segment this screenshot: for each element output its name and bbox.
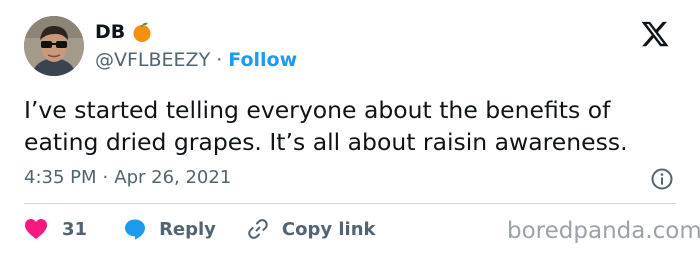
orange-emoji-icon	[131, 21, 153, 43]
action-bar: 31 Reply Copy link	[24, 214, 376, 244]
heart-icon	[24, 218, 48, 240]
like-count: 31	[62, 218, 88, 240]
author-handle[interactable]: @VFLBEEZY	[95, 48, 210, 72]
copy-link-button[interactable]: Copy link	[246, 217, 376, 241]
reply-label: Reply	[159, 218, 216, 240]
divider	[24, 203, 676, 204]
tweet-text-line: I’ve started telling everyone about the …	[24, 96, 611, 124]
info-icon[interactable]	[650, 167, 674, 191]
avatar-image	[24, 16, 84, 76]
author-name-row: DB	[95, 20, 153, 44]
tweet-text: I’ve started telling everyone about the …	[24, 94, 684, 158]
separator-dot: ·	[216, 49, 223, 71]
avatar[interactable]	[24, 16, 84, 76]
follow-button[interactable]: Follow	[228, 48, 297, 72]
like-button[interactable]: 31	[24, 218, 87, 240]
copy-link-label: Copy link	[281, 218, 376, 240]
display-name[interactable]: DB	[95, 20, 125, 44]
tweet-card: DB @VFLBEEZY · Follow I’ve started telli…	[0, 0, 700, 256]
reply-button[interactable]: Reply	[123, 217, 216, 241]
handle-row: @VFLBEEZY · Follow	[95, 48, 297, 72]
tweet-time: 4:35 PM	[24, 167, 97, 188]
tweet-timestamp[interactable]: 4:35 PM · Apr 26, 2021	[24, 166, 231, 190]
x-logo-icon[interactable]	[640, 19, 670, 49]
tweet-date: Apr 26, 2021	[114, 167, 232, 188]
reply-bubble-icon	[123, 217, 147, 241]
watermark: boredpanda.com	[507, 218, 700, 244]
separator-dot: ·	[102, 167, 109, 188]
tweet-text-line: eating dried grapes. It’s all about rais…	[24, 128, 628, 156]
link-icon	[246, 217, 270, 241]
